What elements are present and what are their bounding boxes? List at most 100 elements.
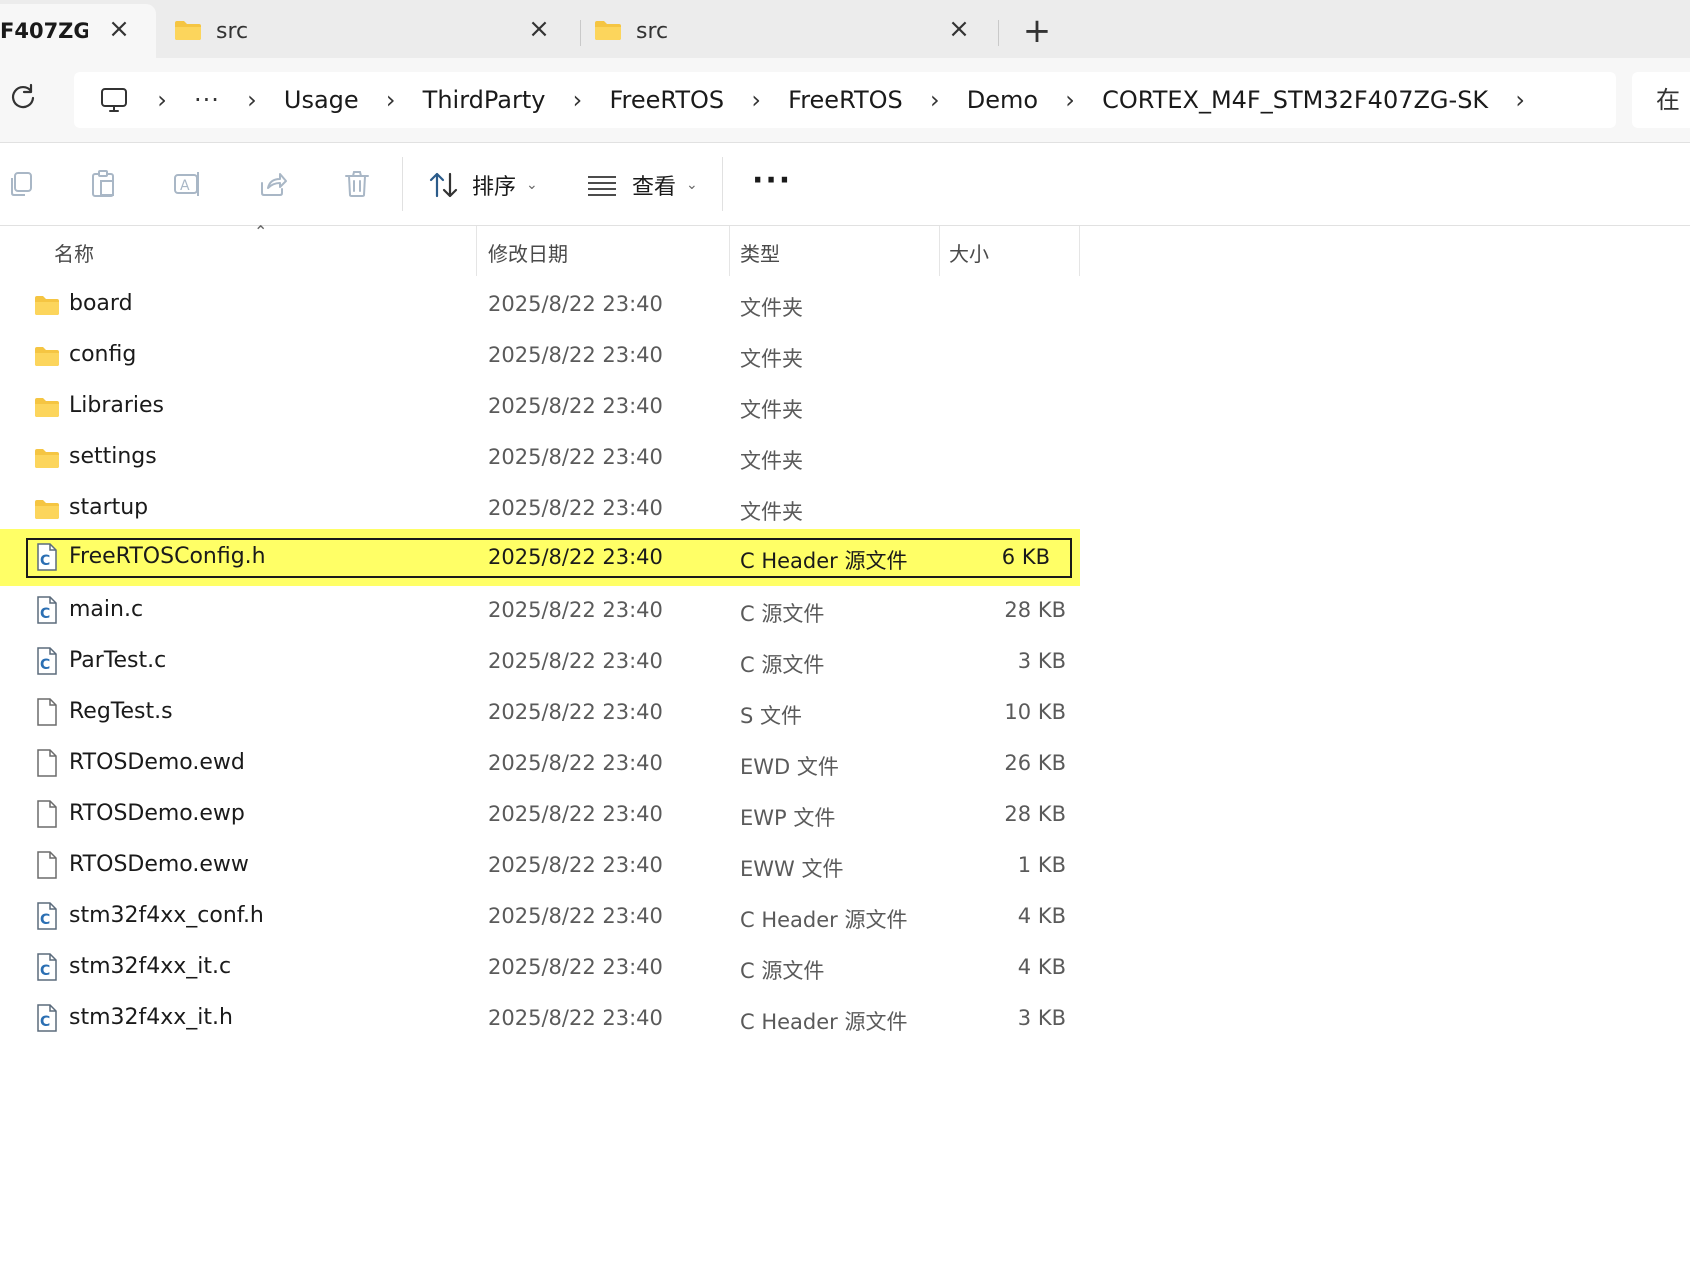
list-item[interactable]: C stm32f4xx_it.h 2025/8/22 23:40 C Heade… [0,993,1080,1044]
file-name: ParTest.c [69,648,167,673]
list-item[interactable]: settings 2025/8/22 23:40 文件夹 [0,432,1080,483]
chevron-right-icon[interactable]: › [1508,86,1532,114]
tab-src-2[interactable]: src × [580,4,1000,58]
folder-icon [35,347,59,366]
column-divider[interactable] [729,226,730,276]
search-input[interactable]: 在 [1632,72,1690,128]
file-name: RTOSDemo.ewd [69,750,245,775]
file-type: C 源文件 [740,653,825,677]
folder-icon [175,21,201,40]
tab-title: src [636,18,669,44]
breadcrumb-cortex[interactable]: CORTEX_M4F_STM32F407ZG-SK [1102,86,1488,114]
close-icon[interactable]: × [946,16,972,42]
svg-text:C: C [40,1014,50,1030]
file-list: ⌃ 名称 修改日期 类型 大小 board 2025/8/22 23:40 文件… [0,222,1690,1274]
list-item[interactable]: RegTest.s 2025/8/22 23:40 S 文件 10 KB [0,687,1080,738]
list-item[interactable]: RTOSDemo.ewd 2025/8/22 23:40 EWD 文件 26 K… [0,738,1080,789]
sort-button[interactable]: 排序 ⌄ [428,165,538,205]
close-icon[interactable]: × [106,16,132,42]
folder-icon [35,449,59,468]
breadcrumb-freertos[interactable]: FreeRTOS [609,86,724,114]
view-button[interactable]: 查看 ⌄ [586,165,698,205]
list-item[interactable]: config 2025/8/22 23:40 文件夹 [0,330,1080,381]
column-header-name[interactable]: 名称 [54,238,94,267]
refresh-icon[interactable] [8,82,38,112]
new-tab-button[interactable]: + [1020,14,1054,48]
tab-src-1[interactable]: src × [160,4,580,58]
close-icon[interactable]: × [526,16,552,42]
this-pc-icon[interactable] [98,84,130,116]
list-item[interactable]: C ParTest.c 2025/8/22 23:40 C 源文件 3 KB [0,636,1080,687]
view-icon [588,176,616,196]
file-icon [37,749,57,777]
list-item[interactable]: board 2025/8/22 23:40 文件夹 [0,279,1080,330]
file-name: FreeRTOSConfig.h [69,544,266,569]
file-date: 2025/8/22 23:40 [488,904,663,928]
file-date: 2025/8/22 23:40 [488,292,663,316]
folder-icon [35,296,59,315]
breadcrumb-thirdparty[interactable]: ThirdParty [423,86,546,114]
file-size: 26 KB [1004,751,1066,775]
column-header-type[interactable]: 类型 [740,238,780,267]
chevron-right-icon[interactable]: › [565,86,589,114]
file-date: 2025/8/22 23:40 [488,853,663,877]
file-name: RTOSDemo.eww [69,852,249,877]
delete-icon[interactable] [342,169,372,199]
file-date: 2025/8/22 23:40 [488,700,663,724]
chevron-right-icon[interactable]: › [379,86,403,114]
rename-icon[interactable]: A [172,169,202,199]
file-type: 文件夹 [740,398,803,422]
list-item[interactable]: C stm32f4xx_conf.h 2025/8/22 23:40 C Hea… [0,891,1080,942]
file-name: stm32f4xx_it.h [69,1005,233,1030]
file-date: 2025/8/22 23:40 [488,343,663,367]
list-item[interactable]: C main.c 2025/8/22 23:40 C 源文件 28 KB [0,585,1080,636]
breadcrumb-demo[interactable]: Demo [967,86,1038,114]
breadcrumb-freertos-2[interactable]: FreeRTOS [788,86,903,114]
breadcrumb-usage[interactable]: Usage [284,86,359,114]
more-options-button[interactable]: ··· [752,163,792,198]
file-date: 2025/8/22 23:40 [488,394,663,418]
file-icon [37,851,57,879]
address-bar[interactable]: › ··· › Usage › ThirdParty › FreeRTOS › … [74,72,1616,128]
svg-text:C: C [40,963,50,979]
file-date: 2025/8/22 23:40 [488,496,663,520]
chevron-right-icon[interactable]: › [744,86,768,114]
list-item[interactable]: RTOSDemo.eww 2025/8/22 23:40 EWW 文件 1 KB [0,840,1080,891]
chevron-down-icon: ⌄ [686,177,698,193]
list-item[interactable]: RTOSDemo.ewp 2025/8/22 23:40 EWP 文件 28 K… [0,789,1080,840]
chevron-right-icon[interactable]: › [240,86,264,114]
sort-label: 排序 [472,175,517,200]
chevron-right-icon[interactable]: › [923,86,947,114]
chevron-down-icon: ⌄ [526,177,538,193]
column-divider[interactable] [939,226,940,276]
chevron-right-icon[interactable]: › [1058,86,1082,114]
file-size: 3 KB [1017,1006,1066,1030]
folder-icon [35,500,59,519]
view-label: 查看 [632,175,677,200]
list-item[interactable]: Libraries 2025/8/22 23:40 文件夹 [0,381,1080,432]
column-divider[interactable] [476,226,477,276]
copy-icon[interactable] [6,169,36,199]
file-name: RegTest.s [69,699,173,724]
file-date: 2025/8/22 23:40 [488,445,663,469]
file-size: 3 KB [1017,649,1066,673]
c-file-icon: C [37,596,57,624]
file-icon [37,698,57,726]
file-type: C Header 源文件 [740,908,908,932]
file-size: 6 KB [1001,545,1050,569]
file-date: 2025/8/22 23:40 [488,955,663,979]
column-header-size[interactable]: 大小 [949,238,989,267]
tab-title: F407ZG-S [0,19,88,43]
column-divider[interactable] [1079,226,1080,276]
list-item[interactable]: startup 2025/8/22 23:40 文件夹 [0,483,1080,534]
file-name: main.c [69,597,144,622]
list-item-highlighted[interactable]: C FreeRTOSConfig.h 2025/8/22 23:40 C Hea… [0,529,1080,586]
share-icon[interactable] [258,169,288,199]
chevron-right-icon[interactable]: › [150,86,174,114]
breadcrumb-overflow[interactable]: ··· [194,86,220,114]
list-item[interactable]: C stm32f4xx_it.c 2025/8/22 23:40 C 源文件 4… [0,942,1080,993]
file-type: S 文件 [740,704,803,728]
paste-icon[interactable] [88,169,118,199]
tab-active[interactable]: F407ZG-S × [0,4,156,58]
column-header-date[interactable]: 修改日期 [488,238,568,267]
